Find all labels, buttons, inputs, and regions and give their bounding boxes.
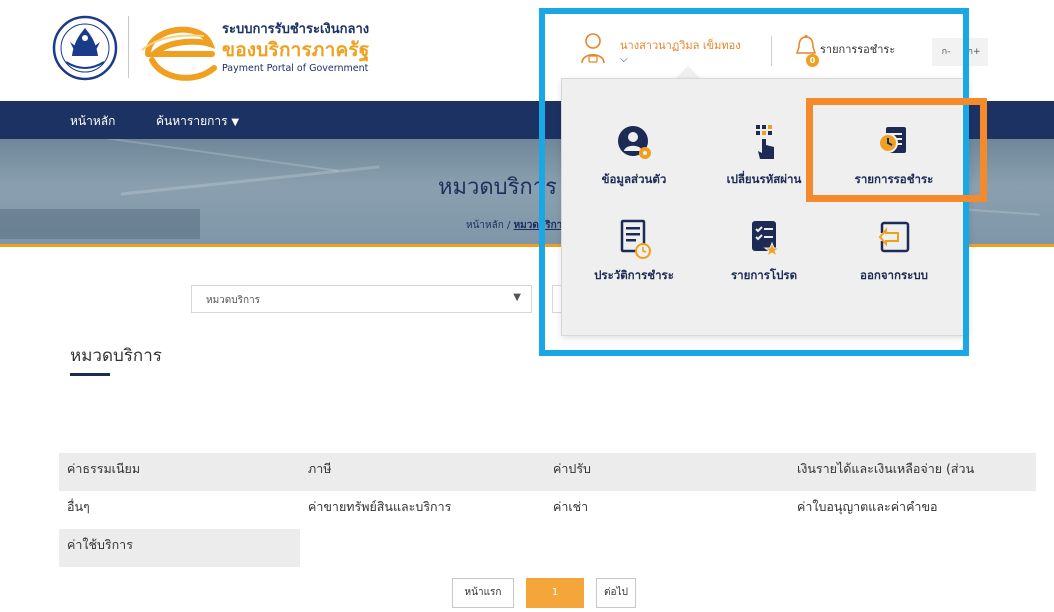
banner-decoration xyxy=(120,165,380,196)
keypad-icon xyxy=(756,125,774,159)
page: ระบบการรับชำระเงินกลาง ของบริการภาครัฐ P… xyxy=(0,0,1054,612)
chevron-down-icon: ▼ xyxy=(231,117,240,128)
category-item[interactable]: ค่าธรรมเนียม xyxy=(59,453,300,491)
pagination-next-button[interactable]: ต่อไป xyxy=(596,578,636,608)
nav-search-label: ค้นหารายการ xyxy=(156,114,228,128)
menu-logout[interactable]: ออกจากระบบ xyxy=(830,219,958,299)
category-item[interactable]: เงินรายได้และเงินเหลือจ่าย (ส่วน xyxy=(789,453,1036,491)
category-item[interactable]: ค่าปรับ xyxy=(545,453,789,491)
section-title-underline xyxy=(70,373,110,376)
menu-pending-payments[interactable]: รายการรอชำระ xyxy=(830,123,958,203)
breadcrumb-current: หมวดบริการ xyxy=(513,220,568,231)
font-decrease-button[interactable]: ก- xyxy=(932,38,960,66)
user-dropdown-menu: ข้อมูลส่วนตัว เปลี่ยนรหัสผ่าน รายการรอชำ… xyxy=(561,78,969,336)
font-increase-button[interactable]: ก+ xyxy=(960,38,988,66)
menu-favorites[interactable]: รายการโปรด xyxy=(700,219,828,299)
category-select-value: หมวดบริการ xyxy=(206,295,261,306)
banner-decoration xyxy=(41,139,339,172)
user-menu-toggle[interactable]: นางสาวนาฏวิมล เข็มทอง ⌵ xyxy=(572,32,762,72)
banner-decoration xyxy=(0,209,200,239)
nav-search-menu[interactable]: ค้นหารายการ ▼ xyxy=(156,112,239,131)
breadcrumb-home[interactable]: หน้าหลัก xyxy=(466,220,504,231)
breadcrumb-separator: / xyxy=(507,220,511,231)
category-item[interactable]: ค่าใช้บริการ xyxy=(59,529,300,567)
notification-count-badge: 0 xyxy=(806,54,819,67)
pending-payments-label: รายการรอชำระ xyxy=(820,43,896,56)
menu-change-password[interactable]: เปลี่ยนรหัสผ่าน xyxy=(700,123,828,203)
page-title: หมวดบริการ xyxy=(438,175,557,200)
menu-profile-label: ข้อมูลส่วนตัว xyxy=(601,172,667,186)
menu-logout-label: ออกจากระบบ xyxy=(860,268,928,282)
category-item[interactable]: ค่าใบอนุญาตและค่าคำขอ xyxy=(789,491,1036,529)
brand-subtitle-en: Payment Portal of Government xyxy=(222,63,369,74)
chevron-down-icon: ⌵ xyxy=(620,54,628,65)
menu-profile[interactable]: ข้อมูลส่วนตัว xyxy=(570,123,698,203)
nav-home[interactable]: หน้าหลัก xyxy=(70,112,115,131)
menu-payment-history-label: ประวัติการชำระ xyxy=(594,268,674,282)
breadcrumb: หน้าหลัก / หมวดบริการ xyxy=(466,218,568,233)
pagination-page-button[interactable]: 1 xyxy=(526,578,584,608)
header-divider xyxy=(771,36,772,66)
user-icon xyxy=(581,33,605,64)
section-title: หมวดบริการ xyxy=(70,346,162,366)
category-item[interactable]: ค่าเช่า xyxy=(545,491,789,529)
dropdown-arrow-icon: ▼ xyxy=(513,292,521,303)
category-item[interactable]: ภาษี xyxy=(300,453,545,491)
menu-change-password-label: เปลี่ยนรหัสผ่าน xyxy=(726,172,802,186)
user-name: นางสาวนาฏวิมล เข็มทอง xyxy=(620,39,741,52)
menu-pending-payments-label: รายการรอชำระ xyxy=(854,172,934,186)
menu-favorites-label: รายการโปรด xyxy=(730,268,798,282)
menu-payment-history[interactable]: ประวัติการชำระ xyxy=(570,219,698,299)
brand-title-line2: ของบริการภาครัฐ xyxy=(222,39,370,61)
logo-divider xyxy=(128,16,129,78)
category-item[interactable]: ค่าขายทรัพย์สินและบริการ xyxy=(300,491,545,529)
category-select[interactable]: หมวดบริการ ▼ xyxy=(191,285,532,313)
category-item[interactable]: อื่นๆ xyxy=(59,491,300,529)
government-seal-logo xyxy=(52,15,118,81)
pending-payments-link[interactable]: 0 รายการรอชำระ xyxy=(790,32,920,72)
pagination-first-button[interactable]: หน้าแรก xyxy=(452,578,514,608)
e-payment-logo xyxy=(141,26,217,81)
payment-history-icon xyxy=(620,219,651,259)
favorites-icon xyxy=(752,221,781,258)
logout-icon xyxy=(878,221,910,253)
profile-settings-icon xyxy=(618,126,651,159)
pending-payment-icon xyxy=(878,127,906,153)
